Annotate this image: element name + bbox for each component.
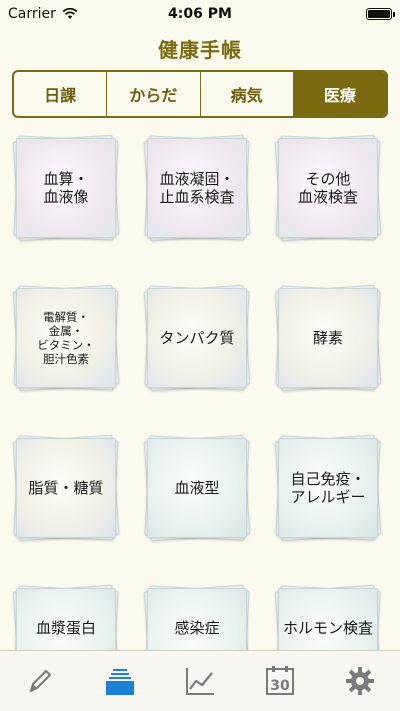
segment-label: 医療 xyxy=(323,86,356,105)
tile-label: その他 血液検査 xyxy=(297,170,358,206)
tile-autoimmune-allergy[interactable]: 自己免疫・ アレルギー xyxy=(274,434,382,542)
tile-label: 電解質・ 金属・ ビタミン・ 胆汁色素 xyxy=(37,310,95,366)
calendar-day-label: 30 xyxy=(270,678,290,694)
segment-label: 病気 xyxy=(230,86,263,105)
battery-icon xyxy=(366,8,395,20)
segment-illness[interactable]: 病気 xyxy=(201,72,294,116)
tab-graph[interactable] xyxy=(170,656,230,706)
tile-lipids-sugars[interactable]: 脂質・糖質 xyxy=(12,434,120,542)
tab-calendar[interactable]: 30 xyxy=(250,656,310,706)
tab-bar: 30 xyxy=(0,650,400,711)
segment-label: 日課 xyxy=(44,86,77,105)
status-bar: Carrier 4:06 PM xyxy=(0,0,400,28)
tile-protein[interactable]: タンパク質 xyxy=(143,284,251,392)
page-title: 健康手帳 xyxy=(158,38,242,62)
tile-infections[interactable]: 感染症 xyxy=(143,584,251,650)
tile-label: 脂質・糖質 xyxy=(28,479,104,497)
tab-settings[interactable] xyxy=(330,656,390,706)
tile-enzymes[interactable]: 酵素 xyxy=(274,284,382,392)
stack-icon xyxy=(106,669,134,695)
tile-label: 自己免疫・ アレルギー xyxy=(290,470,366,506)
tab-pencil[interactable] xyxy=(10,656,70,706)
segment-medical[interactable]: 医療 xyxy=(293,72,386,116)
calendar-icon: 30 xyxy=(266,666,294,695)
tile-blood-count[interactable]: 血算・ 血液像 xyxy=(12,134,120,242)
tile-label: ホルモン検査 xyxy=(282,619,373,637)
category-segmented-control: 日課 からだ 病気 医療 xyxy=(12,70,388,118)
tab-records[interactable] xyxy=(90,656,150,706)
tile-label: 血液型 xyxy=(174,479,220,497)
tile-label: 血算・ 血液像 xyxy=(43,170,89,206)
gear-icon xyxy=(346,667,374,695)
status-time: 4:06 PM xyxy=(168,6,232,22)
segment-body[interactable]: からだ xyxy=(107,72,201,116)
tile-plasma-protein[interactable]: 血漿蛋白 xyxy=(12,584,120,650)
tile-coagulation[interactable]: 血液凝固・ 止血系検査 xyxy=(143,134,251,242)
tile-label: 酵素 xyxy=(312,329,343,347)
pencil-icon xyxy=(30,670,51,692)
tile-label: 血漿蛋白 xyxy=(35,619,96,637)
segment-daily[interactable]: 日課 xyxy=(14,72,108,116)
tile-label: 血液凝固・ 止血系検査 xyxy=(159,170,235,206)
segment-label: からだ xyxy=(129,86,178,105)
chart-icon xyxy=(186,668,214,695)
tile-hormones[interactable]: ホルモン検査 xyxy=(274,584,382,650)
tile-label: 感染症 xyxy=(174,619,220,637)
tile-electrolytes[interactable]: 電解質・ 金属・ ビタミン・ 胆汁色素 xyxy=(12,284,120,392)
tile-label: タンパク質 xyxy=(159,329,235,347)
tile-other-blood-tests[interactable]: その他 血液検査 xyxy=(274,134,382,242)
tile-blood-type[interactable]: 血液型 xyxy=(143,434,251,542)
test-category-grid: 血算・ 血液像 血液凝固・ 止血系検査 その他 血液検査 電解質・ 金属・ ビタ… xyxy=(0,128,400,650)
